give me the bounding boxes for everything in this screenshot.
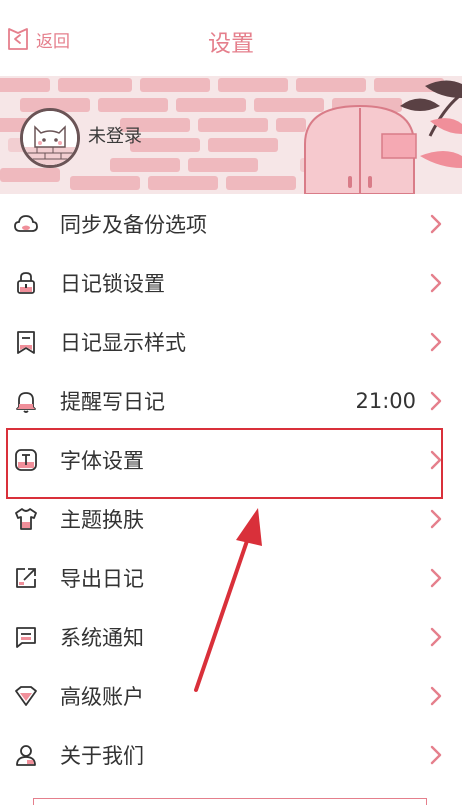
menu-item-label: 系统通知 [60,625,144,650]
menu-item-label: 日记显示样式 [60,330,186,355]
chevron-right-icon [430,450,442,469]
page-title: 设置 [208,31,254,57]
cat-icon [23,111,77,165]
chevron-right-icon [430,332,442,351]
menu-item-label: 字体设置 [60,448,144,473]
cloud-icon [13,211,39,237]
menu-item-label: 日记锁设置 [60,271,165,296]
user-icon [13,742,39,768]
menu-item-label: 导出日记 [60,566,144,591]
menu-item-label: 提醒写日记 [60,389,165,414]
chevron-right-icon [430,686,442,705]
menu-item-about-us[interactable]: 关于我们 [0,725,462,784]
settings-menu: 同步及备份选项 日记锁设置 日记显示样式 提醒写日记 21:00 字体设置 主题… [0,194,462,784]
bottom-button-edge [33,798,427,805]
menu-item-label: 关于我们 [60,743,144,768]
menu-item-label: 主题换肤 [60,507,144,532]
chevron-right-icon [430,568,442,587]
font-icon [13,447,39,473]
menu-item-label: 高级账户 [60,684,144,709]
chevron-right-icon [430,391,442,410]
menu-item-diary-lock[interactable]: 日记锁设置 [0,253,462,312]
message-icon [13,624,39,650]
chevron-right-icon [430,214,442,233]
avatar[interactable] [20,108,80,168]
menu-item-premium-account[interactable]: 高级账户 [0,666,462,725]
lock-icon [13,270,39,296]
chevron-right-icon [430,627,442,646]
bell-icon [13,388,39,414]
bookmark-icon [13,329,39,355]
menu-item-sync-backup[interactable]: 同步及备份选项 [0,194,462,253]
top-bar: 返回 设置 [0,0,462,76]
menu-item-display-style[interactable]: 日记显示样式 [0,312,462,371]
menu-item-system-notice[interactable]: 系统通知 [0,607,462,666]
shirt-icon [13,506,39,532]
menu-item-export-diary[interactable]: 导出日记 [0,548,462,607]
menu-item-diary-reminder[interactable]: 提醒写日记 21:00 [0,371,462,430]
chevron-right-icon [430,745,442,764]
login-status[interactable]: 未登录 [88,122,142,148]
chevron-right-icon [430,509,442,528]
menu-item-theme[interactable]: 主题换肤 [0,489,462,548]
reminder-time: 21:00 [355,388,416,413]
chevron-right-icon [430,273,442,292]
menu-item-font-settings[interactable]: 字体设置 [0,430,462,489]
menu-item-label: 同步及备份选项 [60,212,207,237]
export-icon [13,565,39,591]
diamond-icon [13,683,39,709]
